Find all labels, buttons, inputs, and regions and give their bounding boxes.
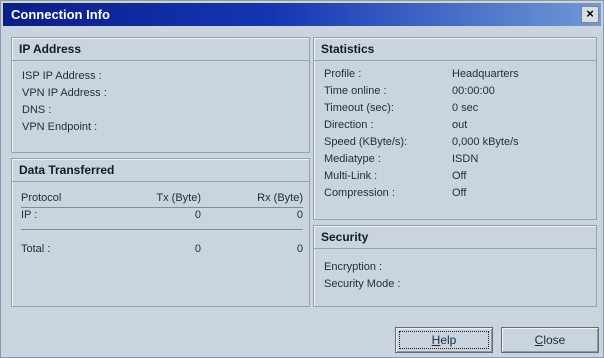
table-header-row: Protocol Tx (Byte) Rx (Byte) (21, 189, 303, 206)
vpn-endpoint-label: VPN Endpoint : (22, 121, 98, 133)
close-button-label: lose (543, 333, 566, 347)
security-mode-row: Security Mode : (324, 277, 400, 292)
encryption-label: Encryption : (324, 261, 383, 273)
window-title: Connection Info (11, 7, 110, 22)
security-panel: Security Encryption : Security Mode : (313, 225, 597, 307)
stat-label: Timeout (sec): (324, 102, 394, 114)
security-header: Security (314, 226, 596, 249)
total-rx: 0 (296, 242, 303, 255)
vpn-endpoint-row: VPN Endpoint : (22, 120, 97, 135)
data-transferred-panel: Data Transferred Protocol Tx (Byte) Rx (… (11, 158, 310, 307)
isp-ip-address-label: ISP IP Address : (22, 70, 102, 82)
help-button-label: elp (440, 333, 457, 347)
column-header-protocol: Protocol (21, 191, 62, 204)
isp-ip-address-row: ISP IP Address : (22, 69, 102, 84)
statistics-panel: Statistics Profile : Headquarters Time o… (313, 37, 597, 220)
stat-label: Profile : (324, 68, 362, 80)
security-mode-label: Security Mode : (324, 278, 401, 290)
protocol-cell: IP : (21, 208, 38, 221)
tx-cell: 0 (194, 208, 201, 221)
stat-label: Multi-Link : (324, 170, 378, 182)
data-transferred-header: Data Transferred (12, 159, 309, 182)
table-header-divider (21, 207, 303, 208)
stat-label: Speed (KByte/s): (324, 136, 408, 148)
vpn-ip-address-label: VPN IP Address : (22, 87, 107, 99)
stat-value: 0 sec (452, 102, 479, 114)
stat-value: Off (452, 187, 467, 199)
stat-row-compression: Compression : Off (324, 186, 466, 201)
stat-row-multi-link: Multi-Link : Off (324, 169, 466, 184)
close-icon[interactable]: × (581, 6, 599, 23)
title-bar[interactable]: Connection Info × (3, 3, 601, 26)
stat-row-direction: Direction : out (324, 118, 467, 133)
stat-label: Compression : (324, 187, 395, 199)
close-button[interactable]: Close (501, 327, 599, 353)
stat-row-time-online: Time online : 00:00:00 (324, 84, 495, 99)
ip-address-panel: IP Address ISP IP Address : VPN IP Addre… (11, 37, 310, 153)
dns-row: DNS : (22, 103, 51, 118)
total-label: Total : (21, 242, 51, 255)
table-total-divider (21, 229, 303, 230)
stat-row-mediatype: Mediatype : ISDN (324, 152, 478, 167)
column-header-tx: Tx (Byte) (156, 191, 201, 204)
stat-row-speed: Speed (KByte/s): 0,000 kByte/s (324, 135, 519, 150)
dialog-client-area: IP Address ISP IP Address : VPN IP Addre… (3, 28, 601, 355)
total-row: Total : 0 0 (21, 240, 303, 257)
table-row: IP : 0 0 (21, 206, 303, 223)
column-header-rx: Rx (Byte) (257, 191, 303, 204)
stat-value: ISDN (452, 153, 479, 165)
stat-row-profile: Profile : Headquarters (324, 67, 519, 82)
stat-value: Headquarters (452, 68, 519, 80)
connection-info-window: Connection Info × IP Address ISP IP Addr… (0, 0, 604, 358)
help-button[interactable]: Help (395, 327, 493, 353)
ip-address-header: IP Address (12, 38, 309, 61)
statistics-header: Statistics (314, 38, 596, 61)
total-tx: 0 (194, 242, 201, 255)
dns-label: DNS : (22, 104, 52, 116)
stat-row-timeout: Timeout (sec): 0 sec (324, 101, 478, 116)
stat-value: out (452, 119, 468, 131)
stat-label: Direction : (324, 119, 374, 131)
stat-label: Mediatype : (324, 153, 381, 165)
stat-value: Off (452, 170, 467, 182)
data-transferred-table: Protocol Tx (Byte) Rx (Byte) IP : 0 0 To… (21, 189, 303, 257)
stat-label: Time online : (324, 85, 387, 97)
help-mnemonic: H (431, 333, 441, 347)
stat-value: 0,000 kByte/s (452, 136, 519, 148)
encryption-row: Encryption : (324, 260, 382, 275)
stat-value: 00:00:00 (452, 85, 495, 97)
rx-cell: 0 (296, 208, 303, 221)
vpn-ip-address-row: VPN IP Address : (22, 86, 107, 101)
